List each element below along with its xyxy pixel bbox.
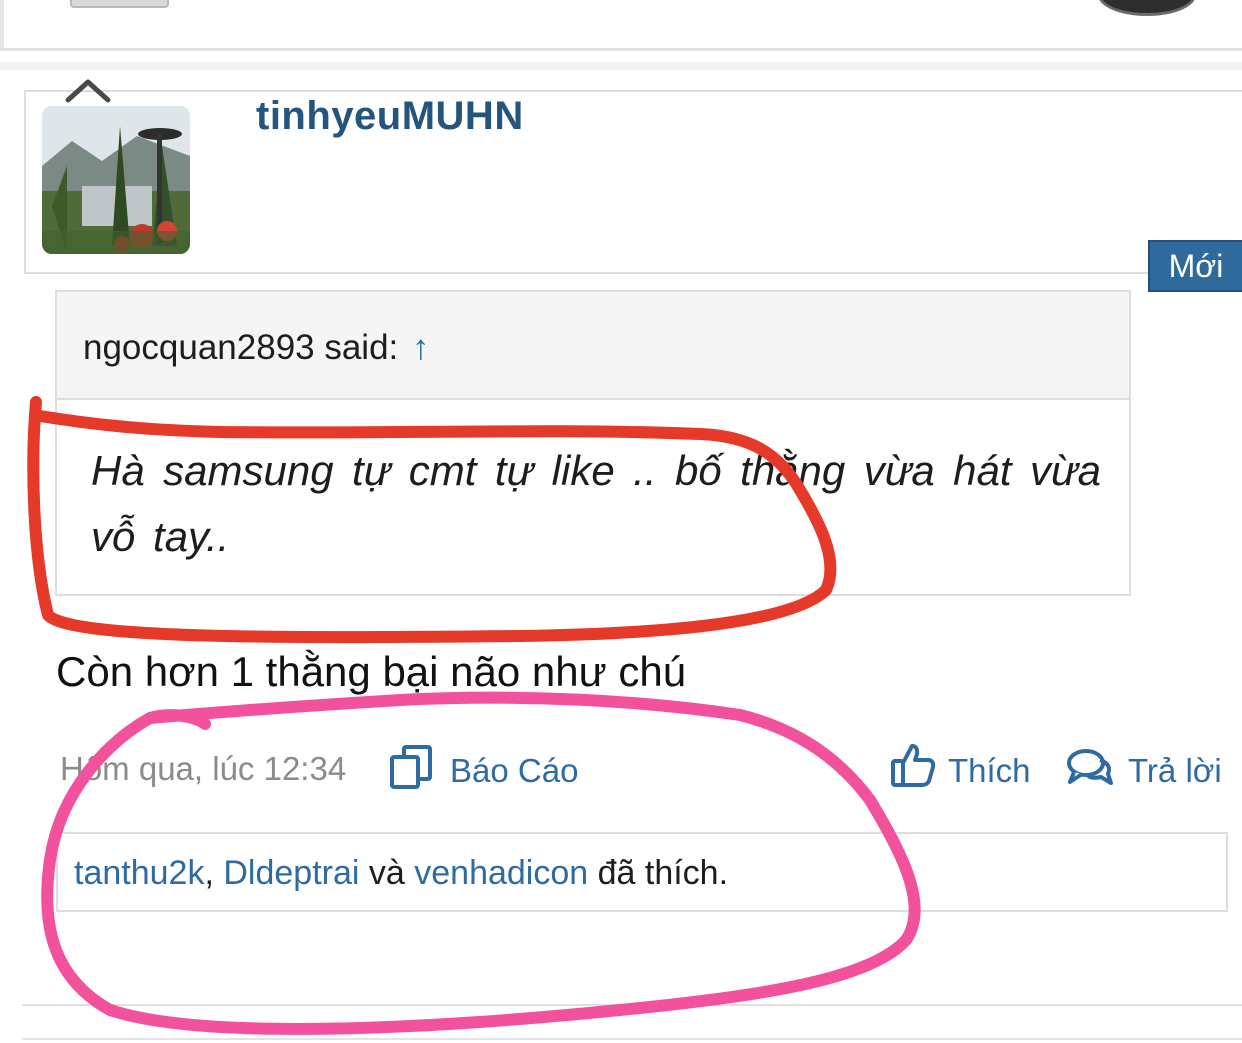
site-logo[interactable] <box>70 0 169 8</box>
likes-suffix: đã thích. <box>588 854 729 892</box>
liker-link[interactable]: venhadicon <box>414 854 588 892</box>
post-message: Còn hơn 1 thằng bại não như chú <box>56 648 687 695</box>
reply-button[interactable]: Trả lời <box>1128 752 1222 790</box>
post-divider <box>22 1038 1242 1040</box>
liker-link[interactable]: tanthu2k <box>74 854 204 892</box>
post-date[interactable]: Hôm qua, lúc 12:34 <box>60 750 346 788</box>
post-divider <box>22 1004 1242 1006</box>
quote-author-label: ngocquan2893 said: <box>83 328 399 367</box>
post-username[interactable]: tinhyeuMUHN <box>256 94 524 139</box>
top-navigation-bar <box>0 0 1242 51</box>
new-badge: Mới <box>1148 240 1242 292</box>
liker-link[interactable]: Dldeptrai <box>223 854 359 892</box>
quote-jump-arrow[interactable]: ↑ <box>412 328 430 367</box>
section-divider <box>0 62 1242 70</box>
likes-separator: và <box>359 854 415 892</box>
likes-text: tanthu2k, Dldeptrai và venhadicon đã thí… <box>74 854 728 893</box>
report-button[interactable]: Báo Cáo <box>450 752 578 790</box>
quote-header: ngocquan2893 said: ↑ <box>57 292 1129 400</box>
likes-separator: , <box>204 854 224 892</box>
speech-bubble-icon[interactable] <box>1066 746 1114 788</box>
post-meta-row: Hôm qua, lúc 12:34 Báo Cáo Thích Trả lời <box>0 740 1242 800</box>
post-author-card <box>24 90 1242 274</box>
report-icon[interactable] <box>388 744 434 790</box>
account-avatar[interactable] <box>1098 0 1196 16</box>
thumbs-up-icon[interactable] <box>890 742 936 788</box>
likes-summary: tanthu2k, Dldeptrai và venhadicon đã thí… <box>56 832 1228 912</box>
quote-block: ngocquan2893 said: ↑ Hà samsung tự cmt t… <box>55 290 1131 596</box>
user-avatar[interactable] <box>42 106 190 254</box>
quote-text: Hà samsung tự cmt tự like .. bố thằng vừ… <box>91 447 1101 560</box>
chevron-up-icon[interactable] <box>64 78 112 104</box>
quote-author: ngocquan2893 said: ↑ <box>83 328 430 368</box>
like-button[interactable]: Thích <box>948 752 1031 790</box>
